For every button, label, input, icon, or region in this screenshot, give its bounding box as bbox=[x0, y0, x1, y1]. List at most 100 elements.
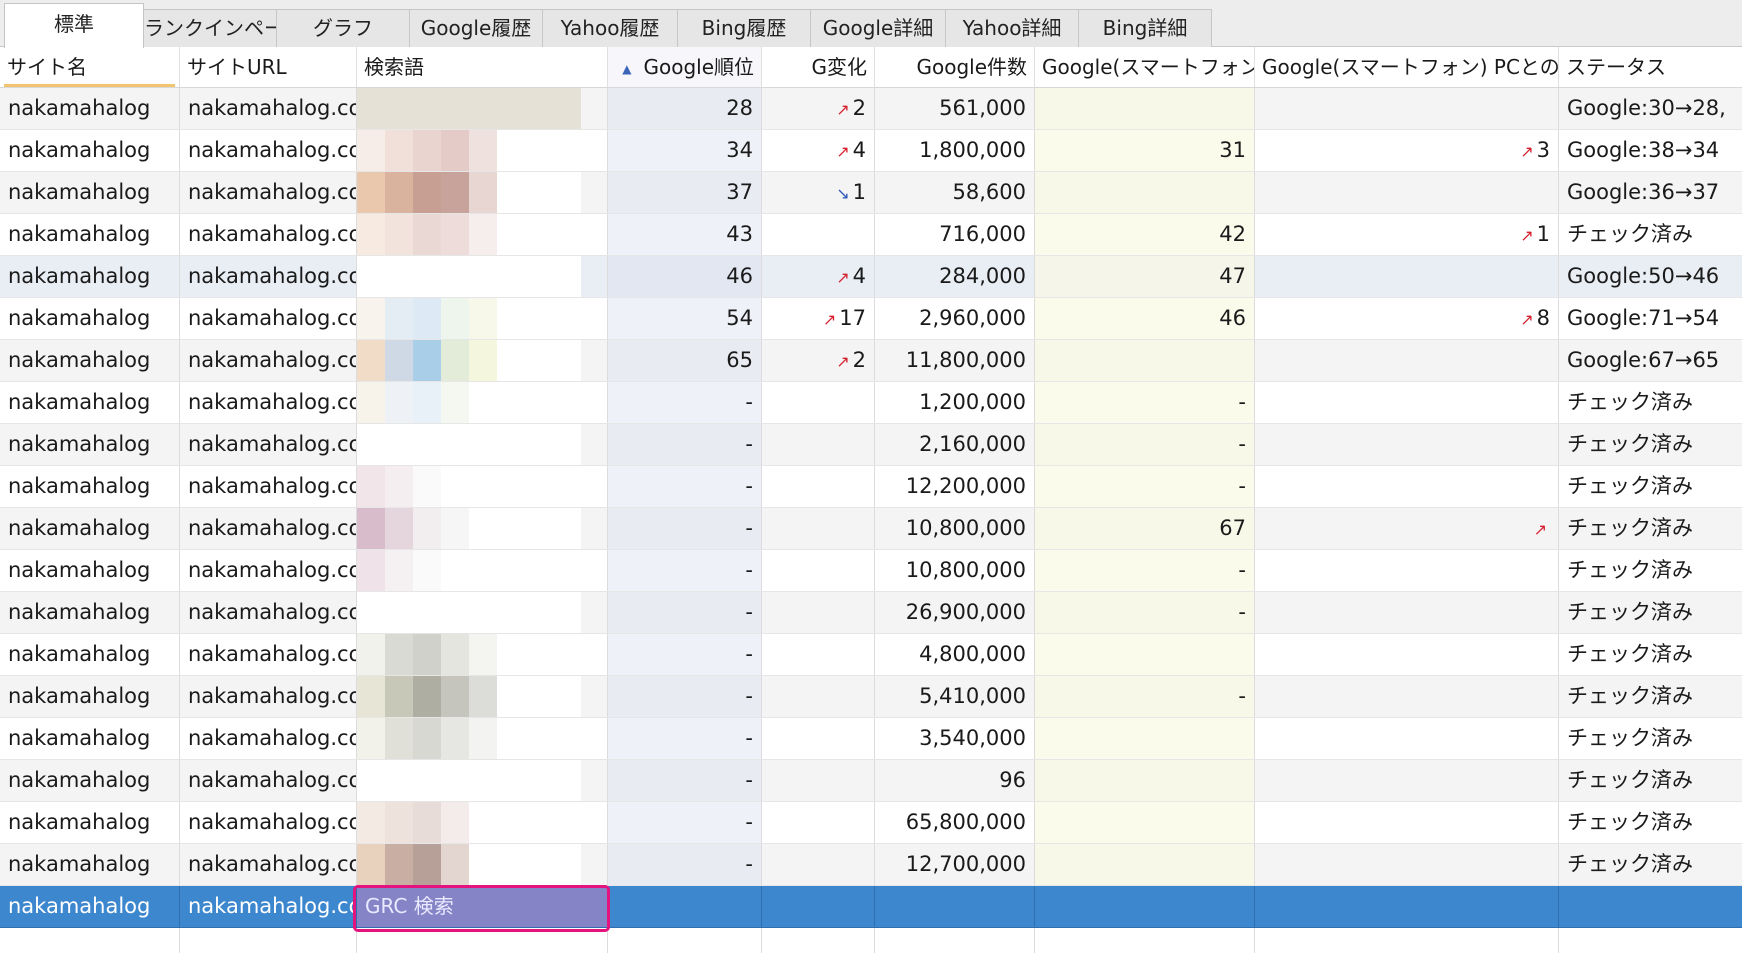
cell-site-url[interactable]: nakamahalog.co bbox=[180, 466, 357, 507]
cell-keyword[interactable] bbox=[357, 802, 608, 843]
cell-site-url[interactable]: nakamahalog.co bbox=[180, 844, 357, 885]
cell-smartphone-pc-diff[interactable] bbox=[1255, 340, 1559, 381]
table-row[interactable]: nakamahalog nakamahalog.co 43 716,000 42 ↗ 1 チェ… bbox=[0, 214, 1742, 256]
cell-google-count[interactable]: 716,000 bbox=[875, 214, 1035, 255]
cell-google-rank[interactable]: 46 bbox=[608, 256, 762, 297]
cell-google-smartphone[interactable]: - bbox=[1035, 550, 1255, 591]
table-row[interactable]: nakamahalog nakamahalog.co 54 ↗ 17 2,960,000 4… bbox=[0, 298, 1742, 340]
cell-site-url[interactable]: nakamahalog.co bbox=[180, 802, 357, 843]
cell-status[interactable]: チェック済み bbox=[1559, 802, 1742, 843]
table-row[interactable]: nakamahalog nakamahalog.co - 2,160,000 - チェック… bbox=[0, 424, 1742, 466]
cell-site-url[interactable]: nakamahalog.co bbox=[180, 676, 357, 717]
cell-google-rank[interactable]: 37 bbox=[608, 172, 762, 213]
cell-google-count[interactable]: 1,800,000 bbox=[875, 130, 1035, 171]
cell-google-rank[interactable]: - bbox=[608, 466, 762, 507]
table-row[interactable]: nakamahalog nakamahalog.co 28 ↗ 2 561,000 Goog… bbox=[0, 88, 1742, 130]
cell-g-change[interactable]: ↗ 4 bbox=[762, 256, 875, 297]
cell-google-smartphone[interactable] bbox=[1035, 760, 1255, 801]
cell-google-rank[interactable]: 65 bbox=[608, 340, 762, 381]
cell-google-count[interactable]: 5,410,000 bbox=[875, 676, 1035, 717]
table-row[interactable]: nakamahalog nakamahalog.co - 10,800,000 67 ↗ チ… bbox=[0, 508, 1742, 550]
cell-site-url[interactable]: nakamahalog.co bbox=[180, 424, 357, 465]
cell-status[interactable]: チェック済み bbox=[1559, 550, 1742, 591]
table-row-selected[interactable]: nakamahalog nakamahalog.co GRC 検索 bbox=[0, 886, 1742, 928]
cell-google-count[interactable]: 2,960,000 bbox=[875, 298, 1035, 339]
header-google-smartphone[interactable]: Google(スマートフォン) bbox=[1035, 47, 1255, 87]
cell-status[interactable]: チェック済み bbox=[1559, 760, 1742, 801]
cell-google-rank[interactable] bbox=[608, 886, 762, 927]
header-site-url[interactable]: サイトURL bbox=[180, 47, 357, 87]
cell-google-count[interactable]: 10,800,000 bbox=[875, 550, 1035, 591]
cell-google-rank[interactable]: - bbox=[608, 718, 762, 759]
cell-google-rank[interactable]: - bbox=[608, 592, 762, 633]
cell-keyword[interactable] bbox=[357, 466, 608, 507]
table-row[interactable]: nakamahalog nakamahalog.co - 10,800,000 - チェッ… bbox=[0, 550, 1742, 592]
cell-site-name[interactable]: nakamahalog bbox=[0, 298, 180, 339]
cell-smartphone-pc-diff[interactable] bbox=[1255, 802, 1559, 843]
cell-smartphone-pc-diff[interactable]: ↗ 8 bbox=[1255, 298, 1559, 339]
cell-site-name[interactable]: nakamahalog bbox=[0, 424, 180, 465]
cell-status[interactable]: チェック済み bbox=[1559, 508, 1742, 549]
cell-smartphone-pc-diff[interactable] bbox=[1255, 424, 1559, 465]
cell-status[interactable]: チェック済み bbox=[1559, 592, 1742, 633]
cell-keyword[interactable] bbox=[357, 424, 608, 465]
cell-g-change[interactable] bbox=[762, 592, 875, 633]
tab-graph[interactable]: グラフ bbox=[276, 9, 410, 47]
header-google-count[interactable]: Google件数 bbox=[875, 47, 1035, 87]
header-google-rank[interactable]: ▲ Google順位 bbox=[608, 47, 762, 87]
cell-google-count[interactable]: 26,900,000 bbox=[875, 592, 1035, 633]
cell-g-change[interactable]: ↗ 2 bbox=[762, 88, 875, 129]
cell-g-change[interactable] bbox=[762, 760, 875, 801]
header-status[interactable]: ステータス bbox=[1559, 47, 1742, 87]
cell-site-url[interactable]: nakamahalog.co bbox=[180, 550, 357, 591]
cell-google-rank[interactable]: 28 bbox=[608, 88, 762, 129]
cell-google-rank[interactable]: - bbox=[608, 508, 762, 549]
cell-status[interactable]: Google:30→28, bbox=[1559, 88, 1742, 129]
cell-site-url[interactable]: nakamahalog.co bbox=[180, 340, 357, 381]
cell-keyword[interactable] bbox=[357, 508, 608, 549]
cell-status[interactable]: Google:50→46 bbox=[1559, 256, 1742, 297]
cell-keyword[interactable] bbox=[357, 340, 608, 381]
cell-site-name[interactable]: nakamahalog bbox=[0, 340, 180, 381]
table-row[interactable]: nakamahalog nakamahalog.co 65 ↗ 2 11,800,000 G… bbox=[0, 340, 1742, 382]
cell-google-count[interactable]: 2,160,000 bbox=[875, 424, 1035, 465]
cell-site-name[interactable]: nakamahalog bbox=[0, 172, 180, 213]
cell-google-rank[interactable]: - bbox=[608, 802, 762, 843]
cell-keyword[interactable] bbox=[357, 214, 608, 255]
cell-status[interactable]: Google:36→37 bbox=[1559, 172, 1742, 213]
cell-status[interactable]: Google:67→65 bbox=[1559, 340, 1742, 381]
cell-status[interactable]: チェック済み bbox=[1559, 424, 1742, 465]
cell-google-smartphone[interactable]: - bbox=[1035, 382, 1255, 423]
cell-status[interactable]: チェック済み bbox=[1559, 214, 1742, 255]
table-row[interactable]: nakamahalog nakamahalog.co - 96 チェック済み bbox=[0, 760, 1742, 802]
cell-google-smartphone[interactable] bbox=[1035, 886, 1255, 927]
cell-site-name[interactable]: nakamahalog bbox=[0, 718, 180, 759]
cell-google-smartphone[interactable]: 47 bbox=[1035, 256, 1255, 297]
cell-g-change[interactable] bbox=[762, 802, 875, 843]
table-row[interactable]: nakamahalog nakamahalog.co - 12,700,000 チェック… bbox=[0, 844, 1742, 886]
cell-site-name[interactable]: nakamahalog bbox=[0, 592, 180, 633]
cell-google-smartphone[interactable] bbox=[1035, 844, 1255, 885]
cell-google-count[interactable]: 10,800,000 bbox=[875, 508, 1035, 549]
cell-keyword[interactable] bbox=[357, 172, 608, 213]
cell-google-count[interactable]: 11,800,000 bbox=[875, 340, 1035, 381]
cell-status[interactable]: チェック済み bbox=[1559, 466, 1742, 507]
cell-site-url[interactable]: nakamahalog.co bbox=[180, 634, 357, 675]
cell-status[interactable]: Google:71→54 bbox=[1559, 298, 1742, 339]
cell-smartphone-pc-diff[interactable] bbox=[1255, 256, 1559, 297]
cell-google-rank[interactable]: - bbox=[608, 676, 762, 717]
cell-keyword[interactable] bbox=[357, 256, 608, 297]
cell-g-change[interactable]: ↗ 2 bbox=[762, 340, 875, 381]
cell-status[interactable]: チェック済み bbox=[1559, 718, 1742, 759]
cell-site-url[interactable]: nakamahalog.co bbox=[180, 592, 357, 633]
cell-site-name[interactable]: nakamahalog bbox=[0, 550, 180, 591]
cell-smartphone-pc-diff[interactable]: ↗ 1 bbox=[1255, 214, 1559, 255]
cell-smartphone-pc-diff[interactable] bbox=[1255, 382, 1559, 423]
cell-google-rank[interactable]: - bbox=[608, 382, 762, 423]
cell-site-name[interactable]: nakamahalog bbox=[0, 634, 180, 675]
table-row[interactable]: nakamahalog nakamahalog.co - 12,200,000 - チェッ… bbox=[0, 466, 1742, 508]
cell-site-url[interactable]: nakamahalog.co bbox=[180, 886, 357, 927]
cell-google-smartphone[interactable] bbox=[1035, 802, 1255, 843]
cell-site-name[interactable]: nakamahalog bbox=[0, 382, 180, 423]
cell-site-url[interactable]: nakamahalog.co bbox=[180, 172, 357, 213]
